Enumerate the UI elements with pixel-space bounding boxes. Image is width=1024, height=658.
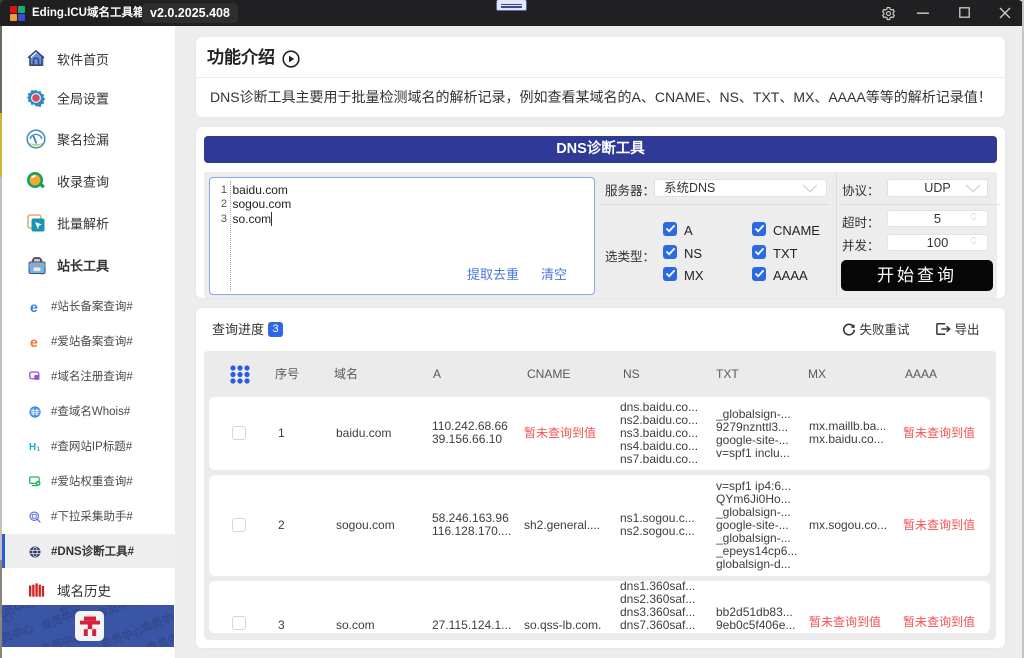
svg-text:1: 1 (37, 446, 41, 452)
svg-text:e: e (30, 301, 38, 313)
svg-text:会员中心: 会员中心 (99, 623, 145, 647)
svg-text:e: e (30, 336, 38, 348)
svg-text:H: H (29, 441, 36, 451)
svg-text:会员中心: 会员中心 (139, 607, 174, 634)
